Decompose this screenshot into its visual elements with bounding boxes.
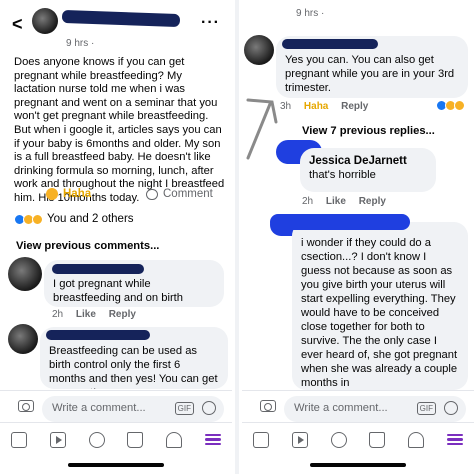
view-previous-comments[interactable]: View previous comments... (16, 240, 159, 252)
emoji-icon[interactable] (444, 401, 458, 415)
comment-input[interactable]: Write a comment... GIF (42, 396, 224, 422)
comment-button[interactable]: Comment (146, 188, 213, 200)
panel-divider (235, 0, 239, 474)
profile-icon[interactable] (330, 431, 347, 448)
reactions-summary[interactable]: You and 2 others (14, 213, 134, 225)
emoji-icon[interactable] (202, 401, 216, 415)
reply-link[interactable]: Reply (359, 196, 386, 207)
comment-bar: Write a comment... GIF (242, 390, 474, 422)
profile-icon[interactable] (88, 431, 105, 448)
home-indicator (310, 463, 406, 467)
right-screenshot: 9 hrs · Yes you can. You can also get pr… (242, 0, 474, 474)
bottom-nav (242, 422, 474, 456)
gif-button[interactable]: GIF (416, 402, 436, 415)
comment-meta: 2h Like Reply (52, 309, 136, 320)
camera-icon[interactable] (260, 400, 276, 412)
more-options-icon[interactable]: ··· (201, 14, 220, 32)
like-link[interactable]: Like (76, 309, 96, 320)
post-time: 9 hrs · (66, 38, 95, 49)
comment-input[interactable]: Write a comment... GIF (284, 396, 466, 422)
commenter-avatar[interactable] (8, 257, 42, 291)
reply-link[interactable]: Reply (109, 309, 136, 320)
comment-bubble: Jessica DeJarnett that's horrible (300, 148, 436, 192)
redacted-name (61, 9, 181, 28)
comment-bubble: i wonder if they could do a csection...?… (292, 222, 468, 390)
notifications-icon[interactable] (407, 431, 424, 448)
like-link[interactable]: Like (326, 196, 346, 207)
left-screenshot: < 9 hrs · ··· Does anyone knows if you c… (0, 0, 232, 474)
menu-icon[interactable] (446, 432, 463, 448)
watch-icon[interactable] (291, 431, 308, 448)
comment-icon (146, 188, 158, 200)
notifications-icon[interactable] (165, 431, 182, 448)
comment-bar: Write a comment... GIF (0, 390, 232, 422)
redacted-name (52, 264, 144, 274)
commenter-avatar[interactable] (8, 324, 38, 354)
redacted-name (270, 214, 410, 230)
back-chevron-icon[interactable]: < (12, 14, 23, 35)
haha-icon (46, 188, 58, 200)
poster-avatar[interactable] (32, 8, 58, 34)
haha-button[interactable]: Haha (46, 188, 91, 200)
redacted-name (46, 330, 150, 340)
menu-icon[interactable] (204, 432, 221, 448)
comment-meta: 2h Like Reply (302, 196, 386, 207)
view-previous-replies[interactable]: View 7 previous replies... (302, 125, 435, 137)
post-text: Does anyone knows if you can get pregnan… (14, 56, 225, 204)
news-feed-icon[interactable] (11, 431, 28, 448)
home-indicator (68, 463, 164, 467)
camera-icon[interactable] (18, 400, 34, 412)
gif-button[interactable]: GIF (174, 402, 194, 415)
wow-reaction-icon (32, 213, 43, 225)
bottom-nav (0, 422, 232, 456)
commenter-name[interactable]: Jessica DeJarnett (309, 155, 407, 167)
news-feed-icon[interactable] (253, 431, 270, 448)
marketplace-icon[interactable] (369, 431, 386, 448)
watch-icon[interactable] (49, 431, 66, 448)
marketplace-icon[interactable] (127, 431, 144, 448)
